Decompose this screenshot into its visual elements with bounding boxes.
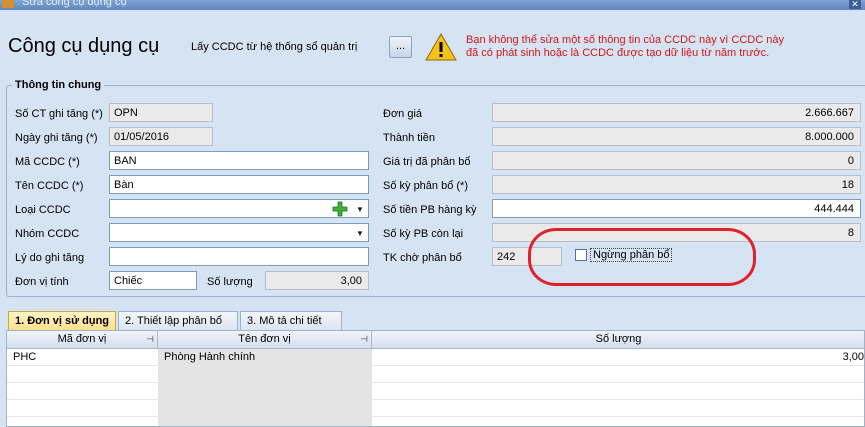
nhom-ccdc-select[interactable]: ▼ [109, 223, 369, 242]
window-titlebar: Sửa công cụ dụng cụ ✕ [0, 0, 865, 10]
browse-button[interactable]: ... [389, 36, 412, 58]
chevron-down-icon[interactable]: ▼ [352, 224, 368, 241]
thanh-tien-label: Thành tiền [383, 132, 435, 144]
column-header-ma-don-vi[interactable]: Mã đơn vị ⊣ [7, 331, 158, 349]
plus-icon[interactable] [332, 201, 348, 217]
ma-ccdc-field[interactable]: BAN [109, 151, 369, 170]
ngay-field: 01/05/2016 [109, 127, 213, 146]
ma-ccdc-label: Mã CCDC (*) [15, 156, 80, 168]
thanh-tien-field: 8.000.000 [492, 127, 861, 146]
allocation-grid: Mã đơn vị ⊣ Tên đơn vị ⊣ Số lượng PHC Phòn… [6, 330, 865, 427]
table-row[interactable]: PHC Phòng Hành chính 3,00 [7, 349, 864, 366]
ly-do-label: Lý do ghi tăng [15, 252, 85, 264]
tab-mo-ta-chi-tiet[interactable]: 3. Mô tả chi tiết [240, 311, 342, 330]
source-label: Lấy CCDC từ hệ thống sổ quản trị [191, 41, 358, 53]
warning-triangle-icon [424, 32, 458, 65]
column-header-label: Tên đơn vị [238, 333, 291, 345]
table-row-empty[interactable] [7, 383, 864, 400]
column-header-label: Mã đơn vị [57, 333, 107, 345]
app-icon [2, 0, 14, 8]
don-gia-field: 2.666.667 [492, 103, 861, 122]
so-tien-pb-label: Số tiền PB hàng kỳ [383, 204, 477, 216]
pin-icon[interactable]: ⊣ [146, 331, 154, 348]
cell-ma-don-vi[interactable]: PHC [7, 349, 158, 366]
window-title: Sửa công cụ dụng cụ [22, 0, 127, 8]
close-button[interactable]: ✕ [849, 0, 861, 9]
so-ky-con-lai-label: Số kỳ PB còn lại [383, 228, 464, 240]
table-row-empty[interactable] [7, 400, 864, 417]
so-ky-pb-field: 18 [492, 175, 861, 194]
so-ky-pb-label: Số kỳ phân bổ (*) [383, 180, 468, 192]
table-row-empty[interactable] [7, 366, 864, 383]
tab-don-vi-su-dung[interactable]: 1. Đơn vị sử dụng [8, 311, 116, 330]
don-gia-label: Đơn giá [383, 108, 423, 120]
gia-tri-da-pb-field: 0 [492, 151, 861, 170]
tk-cho-pb-label: TK chờ phân bổ [383, 252, 462, 264]
pin-icon[interactable]: ⊣ [360, 331, 368, 348]
ten-ccdc-label: Tên CCDC (*) [15, 180, 84, 192]
tab-thiet-lap-phan-bo[interactable]: 2. Thiết lập phân bổ [118, 311, 238, 330]
general-info-title: Thông tin chung [12, 79, 105, 91]
warning-message: Bạn không thể sửa một số thông tin của C… [466, 34, 784, 59]
loai-ccdc-label: Loại CCDC [15, 204, 71, 216]
ten-ccdc-field[interactable]: Bàn [109, 175, 369, 194]
so-ct-field: OPN [109, 103, 213, 122]
cell-ten-don-vi: Phòng Hành chính [164, 351, 256, 363]
column-header-label: Số lượng [595, 333, 642, 345]
chevron-down-icon[interactable]: ▼ [352, 200, 368, 217]
so-luong-label: Số lượng [207, 276, 253, 288]
highlight-annotation [528, 228, 756, 286]
gia-tri-da-pb-label: Giá trị đã phân bổ [383, 156, 471, 168]
column-header-ten-don-vi[interactable]: Tên đơn vị ⊣ [158, 331, 372, 349]
cell-so-luong[interactable]: 3,00 [372, 349, 864, 366]
column-header-so-luong[interactable]: Số lượng [372, 331, 864, 349]
ngay-label: Ngày ghi tăng (*) [15, 132, 98, 144]
so-tien-pb-field[interactable]: 444.444 [492, 199, 861, 218]
table-row-empty[interactable] [7, 417, 864, 426]
loai-ccdc-select[interactable]: ▼ [109, 199, 369, 218]
so-luong-field: 3,00 [265, 271, 369, 290]
so-ct-label: Số CT ghi tăng (*) [15, 108, 103, 120]
page-title: Công cụ dụng cụ [8, 35, 160, 57]
don-vi-tinh-label: Đơn vị tính [15, 276, 69, 288]
nhom-ccdc-label: Nhóm CCDC [15, 228, 80, 240]
don-vi-tinh-field[interactable]: Chiếc [109, 271, 197, 290]
ly-do-field[interactable] [109, 247, 369, 266]
